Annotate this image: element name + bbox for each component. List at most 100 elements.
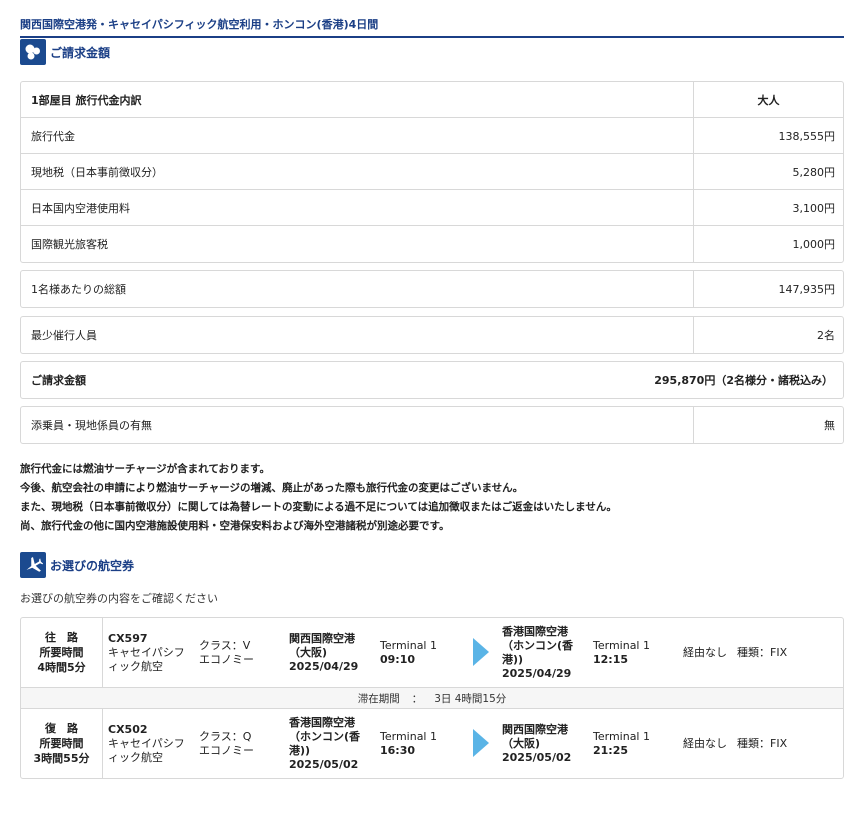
time: 16:30 bbox=[380, 743, 416, 757]
terminal: Terminal 1 bbox=[593, 638, 650, 652]
departure-airport: 関西国際空港 （大阪) 2025/04/29 bbox=[289, 618, 358, 687]
fare-row-value: 138,555円 bbox=[778, 129, 836, 143]
airport-name: 港)) bbox=[289, 743, 311, 757]
tour-title: 関西国際空港発・キャセイパシフィック航空利用・ホンコン(香港)4日間 bbox=[20, 16, 844, 38]
fare-row-value: 3,100円 bbox=[792, 201, 836, 215]
fare-note: また、現地税（日本事前徴収分）に関しては為替レートの変動による過不足については追… bbox=[20, 501, 617, 513]
airline-name: キャセイパシフ bbox=[108, 645, 185, 659]
stay-separator: ： bbox=[411, 692, 423, 705]
stay-period: 滞在期間 ： 3日 4時間15分 bbox=[21, 687, 843, 709]
airport-name: （ホンコン(香 bbox=[502, 638, 574, 652]
time: 21:25 bbox=[593, 743, 629, 757]
time: 09:10 bbox=[380, 652, 416, 666]
billing-section-header: ご請求金額 bbox=[20, 39, 110, 65]
airline-name: ィック航空 bbox=[108, 659, 163, 673]
fare-note: 今後、航空会社の申請により燃油サーチャージの増減、廃止があった際も旅行代金の変更… bbox=[20, 482, 524, 494]
fare-row-label: 国際観光旅客税 bbox=[21, 226, 694, 262]
billing-section-title: ご請求金額 bbox=[50, 45, 111, 60]
flight-extra: 経由なし 種類：FIX bbox=[683, 709, 787, 778]
class-name: エコノミー bbox=[199, 652, 254, 666]
arrival-airport: 香港国際空港 （ホンコン(香 港)) 2025/04/29 bbox=[502, 618, 573, 687]
class-name: エコノミー bbox=[199, 743, 254, 757]
breakdown-header-label: 1部屋目 旅行代金内訳 bbox=[21, 82, 694, 117]
departure-date: 2025/05/02 bbox=[289, 757, 359, 771]
fare-row-label: 旅行代金 bbox=[21, 118, 694, 153]
fare-class: クラス：Q エコノミー bbox=[199, 709, 254, 778]
flight-row-return: 復 路 所要時間 3時間55分 CX502 キャセイパシフ ィック航空 クラス：… bbox=[21, 709, 843, 778]
billing-total-value: 295,870円（2名様分・諸税込み） bbox=[654, 374, 833, 387]
per-person-total-box: 1名様あたりの総額 147,935円 bbox=[20, 270, 844, 308]
flight-info: CX502 キャセイパシフ ィック航空 bbox=[108, 709, 185, 778]
escort-value: 無 bbox=[824, 419, 835, 432]
per-person-total-label: 1名様あたりの総額 bbox=[21, 271, 694, 307]
airport-name: 港)) bbox=[502, 652, 524, 666]
fare-breakdown-header: 1部屋目 旅行代金内訳 大人 bbox=[21, 82, 843, 118]
terminal: Terminal 1 bbox=[380, 638, 437, 652]
duration-label: 所要時間 bbox=[39, 737, 84, 750]
fare-type: 種類：FIX bbox=[737, 736, 788, 750]
airport-name: （大阪) bbox=[502, 736, 541, 750]
airport-name: 関西国際空港 bbox=[289, 631, 355, 645]
flight-extra: 経由なし 種類：FIX bbox=[683, 618, 787, 687]
arrow-right-icon bbox=[473, 729, 489, 757]
min-participants-box: 最少催行人員 2名 bbox=[20, 316, 844, 354]
fare-row: 現地税（日本事前徴収分） 5,280円 bbox=[21, 154, 843, 190]
arrival-date: 2025/04/29 bbox=[502, 666, 572, 680]
escort-label: 添乗員・現地係員の有無 bbox=[21, 407, 694, 443]
airport-name: 香港国際空港 bbox=[289, 715, 355, 729]
per-person-total-value: 147,935円 bbox=[778, 283, 836, 296]
fare-row: 日本国内空港使用料 3,100円 bbox=[21, 190, 843, 226]
stay-label: 滞在期間 bbox=[357, 692, 400, 705]
min-participants-value: 2名 bbox=[817, 329, 835, 342]
flight-itinerary-table: 往 路 所要時間 4時間5分 CX597 キャセイパシフ ィック航空 クラス：V… bbox=[20, 617, 844, 779]
breakdown-header-adult: 大人 bbox=[757, 93, 780, 107]
arrival-time: Terminal 1 21:25 bbox=[593, 709, 650, 778]
fare-row-value: 5,280円 bbox=[792, 165, 836, 179]
duration-label: 所要時間 bbox=[39, 646, 84, 659]
arrival-date: 2025/05/02 bbox=[502, 750, 572, 764]
fare-type: 種類：FIX bbox=[737, 645, 788, 659]
flights-section-title: お選びの航空券 bbox=[50, 558, 135, 573]
departure-date: 2025/04/29 bbox=[289, 659, 359, 673]
fare-row: 国際観光旅客税 1,000円 bbox=[21, 226, 843, 262]
flight-direction: 往 路 所要時間 4時間5分 bbox=[21, 618, 103, 687]
departure-airport: 香港国際空港 （ホンコン(香 港)) 2025/05/02 bbox=[289, 709, 360, 778]
coins-icon bbox=[20, 39, 46, 65]
fare-notes: 旅行代金には燃油サーチャージが含まれております。 今後、航空会社の申請により燃油… bbox=[20, 460, 617, 536]
airplane-icon bbox=[20, 552, 46, 578]
stay-value: 3日 4時間15分 bbox=[434, 692, 507, 705]
airline-name: ィック航空 bbox=[108, 750, 163, 764]
min-participants-label: 最少催行人員 bbox=[21, 317, 694, 353]
min-participants-row: 最少催行人員 2名 bbox=[21, 317, 843, 353]
flights-section-subtitle: お選びの航空券の内容をご確認ください bbox=[20, 592, 218, 605]
departure-time: Terminal 1 09:10 bbox=[380, 618, 437, 687]
fare-note: 尚、旅行代金の他に国内空港施設使用料・空港保安料および海外空港諸税が別途必要です… bbox=[20, 520, 450, 532]
flight-direction: 復 路 所要時間 3時間55分 bbox=[21, 709, 103, 778]
flight-number: CX597 bbox=[108, 631, 148, 645]
direction-label: 復 路 bbox=[45, 722, 78, 735]
airport-name: 香港国際空港 bbox=[502, 624, 568, 638]
escort-box: 添乗員・現地係員の有無 無 bbox=[20, 406, 844, 444]
airport-name: 関西国際空港 bbox=[502, 722, 568, 736]
duration-value: 4時間5分 bbox=[37, 661, 86, 674]
terminal: Terminal 1 bbox=[380, 729, 437, 743]
airport-name: （ホンコン(香 bbox=[289, 729, 361, 743]
fare-row: 旅行代金 138,555円 bbox=[21, 118, 843, 154]
flight-row-outbound: 往 路 所要時間 4時間5分 CX597 キャセイパシフ ィック航空 クラス：V… bbox=[21, 618, 843, 687]
arrow-right-icon bbox=[473, 638, 489, 666]
via-info: 経由なし bbox=[683, 736, 727, 750]
escort-row: 添乗員・現地係員の有無 無 bbox=[21, 407, 843, 443]
flight-number: CX502 bbox=[108, 722, 148, 736]
arrival-airport: 関西国際空港 （大阪) 2025/05/02 bbox=[502, 709, 571, 778]
billing-total-box: ご請求金額 295,870円（2名様分・諸税込み） bbox=[20, 361, 844, 399]
airport-name: （大阪) bbox=[289, 645, 328, 659]
fare-class: クラス：V エコノミー bbox=[199, 618, 254, 687]
departure-time: Terminal 1 16:30 bbox=[380, 709, 437, 778]
time: 12:15 bbox=[593, 652, 629, 666]
fare-row-value: 1,000円 bbox=[792, 238, 836, 251]
class-code: クラス：V bbox=[199, 638, 251, 652]
booking-confirmation-page: 関西国際空港発・キャセイパシフィック航空利用・ホンコン(香港)4日間 ご請求金額… bbox=[0, 0, 860, 830]
per-person-total-row: 1名様あたりの総額 147,935円 bbox=[21, 271, 843, 307]
fare-breakdown-table: 1部屋目 旅行代金内訳 大人 旅行代金 138,555円 現地税（日本事前徴収分… bbox=[20, 81, 844, 263]
direction-label: 往 路 bbox=[45, 631, 78, 644]
